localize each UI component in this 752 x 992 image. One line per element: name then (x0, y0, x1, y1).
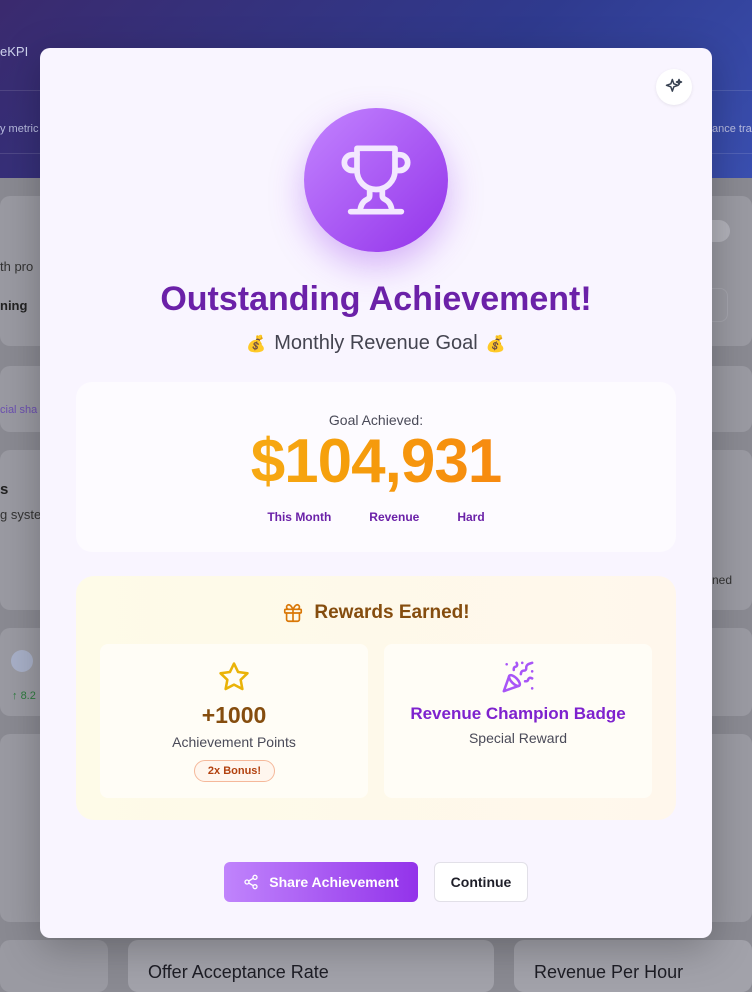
metric-title: Revenue Per Hour (534, 962, 684, 982)
section-status: ned (712, 573, 733, 587)
metric-title: Offer Acceptance Rate (148, 962, 329, 982)
filters-description: th pro (0, 259, 34, 274)
modal-subtitle: 💰 Monthly Revenue Goal 💰 (40, 332, 712, 355)
share-link[interactable]: cial sha (0, 404, 37, 416)
star-icon (219, 662, 249, 691)
section-title: s (0, 481, 9, 498)
achievement-modal: Outstanding Achievement! 💰 Monthly Revenu… (40, 48, 712, 938)
badge-name: Revenue Champion Badge (410, 704, 626, 723)
metric-card (0, 940, 108, 992)
points-label: Achievement Points (172, 734, 296, 750)
goal-tag-category: Revenue (369, 510, 420, 524)
points-reward-card: +1000 Achievement Points 2x Bonus! (100, 644, 368, 798)
goal-tags: This Month Revenue Hard (76, 510, 676, 524)
bonus-badge: 2x Bonus! (194, 760, 275, 782)
goal-tag-difficulty: Hard (457, 510, 485, 524)
share-button-label: Share Achievement (269, 874, 399, 890)
points-value: +1000 (201, 702, 267, 728)
trophy-badge (304, 108, 448, 252)
header-tagline: y metric (0, 123, 39, 135)
badge-reward-card: Revenue Champion Badge Special Reward (384, 644, 652, 798)
party-popper-icon (502, 661, 534, 693)
app-logo: eKPI (0, 44, 29, 59)
stat-trend: ↑ 8.2 (12, 690, 36, 702)
goal-tag-period: This Month (267, 510, 332, 524)
share-achievement-button[interactable]: Share Achievement (224, 862, 418, 902)
share-icon (244, 874, 258, 890)
sparkle-button[interactable] (656, 69, 692, 105)
trend-up-icon (11, 650, 33, 672)
goal-amount: $104,931 (76, 426, 676, 497)
money-bag-icon: 💰 (485, 336, 506, 353)
star-icon-wrap (100, 660, 368, 694)
header-tagline-right: ance tra (712, 123, 752, 135)
sparkles-icon (665, 78, 683, 92)
rewards-header: Rewards Earned! (76, 602, 676, 624)
badge-label: Special Reward (468, 730, 568, 746)
section-subtitle: g syste (0, 507, 42, 522)
rewards-title: Rewards Earned! (314, 602, 470, 623)
money-bag-icon: 💰 (246, 336, 267, 353)
goal-card: Goal Achieved: $104,931 This Month Reven… (76, 382, 676, 552)
stat-trend-value: 8.2 (20, 690, 36, 702)
filter-input[interactable] (712, 288, 728, 322)
gift-icon (284, 603, 303, 623)
modal-title: Outstanding Achievement! (160, 280, 592, 318)
trophy-icon (341, 145, 411, 215)
goal-name: Monthly Revenue Goal (274, 332, 478, 354)
party-icon-wrap (384, 660, 652, 694)
rewards-panel: Rewards Earned! +1000 Achievement Points… (76, 576, 676, 820)
continue-button[interactable]: Continue (434, 862, 528, 902)
